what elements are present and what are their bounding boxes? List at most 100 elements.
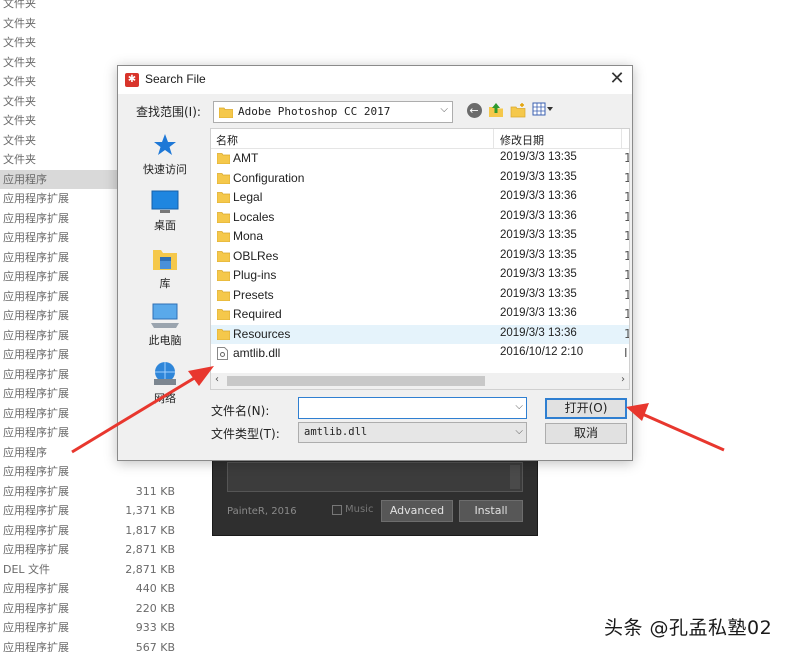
file-type-dropdown[interactable]: amtlib.dll ⌵ [298,422,527,443]
file-row[interactable]: amtlib.dll 2016/10/12 2:10 I [211,344,629,364]
folder-icon [216,328,231,343]
file-type-text: 应用程序扩展 [3,309,69,322]
view-menu-button[interactable] [531,102,555,120]
chevron-down-icon[interactable]: ⌵ [515,401,523,412]
column-header-date[interactable]: 修改日期 [500,132,544,148]
file-date: 2019/3/3 13:36 [500,326,577,339]
dialog-titlebar[interactable]: ✱ Search File ✕ [118,66,632,94]
file-row[interactable]: Locales 2019/3/3 13:36 1 [211,208,629,228]
dll-file-icon [217,347,228,363]
background-list-item[interactable]: DEL 文件 2,871 KB [0,560,190,580]
file-row[interactable]: Required 2019/3/3 13:36 1 [211,305,629,325]
place-network[interactable]: 网络 [128,361,202,406]
folder-icon [216,172,231,187]
file-type-text: 应用程序扩展 [3,484,69,498]
back-button[interactable]: ← [465,102,483,120]
look-in-dropdown[interactable]: Adobe Photoshop CC 2017 ⌵ [213,101,453,123]
look-in-value: Adobe Photoshop CC 2017 [238,105,391,118]
scrollbar-thumb[interactable] [227,376,485,386]
folder-icon [216,269,231,284]
file-size-text: 220 KB [135,601,175,615]
file-name: AMT [233,151,259,165]
file-date: 2019/3/3 13:35 [500,248,577,261]
file-date: 2019/3/3 13:36 [500,307,577,319]
file-type-text: 应用程序扩展 [3,367,69,381]
dialog-title: Search File [145,72,206,86]
file-row[interactable]: AMT 2019/3/3 13:35 1 [211,149,629,169]
file-row[interactable]: Resources 2019/3/3 13:36 1 [211,324,629,344]
column-header-name[interactable]: 名称 [216,132,238,148]
folder-icon [216,250,231,265]
file-size-text: 933 KB [135,621,175,634]
folder-icon [216,211,231,226]
background-list-item[interactable]: 应用程序扩展 567 KB [0,638,190,652]
file-type-text: 文件夹 [3,0,36,10]
file-date: 2019/3/3 13:36 [500,209,577,222]
horizontal-scrollbar[interactable]: ‹ › [211,373,629,389]
file-row[interactable]: Configuration 2019/3/3 13:35 1 [211,169,629,189]
file-name: amtlib.dll [233,346,281,360]
back-arrow-icon: ← [466,103,482,118]
background-list-item[interactable]: 应用程序 [0,169,122,189]
cancel-button[interactable]: 取消 [545,423,627,444]
background-list-item[interactable]: 应用程序扩展 2,871 KB [0,540,190,560]
file-list-header: ^ 名称 修改日期 [211,129,629,149]
background-list-item[interactable]: 应用程序扩展 311 KB [0,482,190,502]
place-label: 网络 [154,392,176,405]
up-folder-button[interactable] [487,102,505,120]
background-list-item[interactable]: 文件夹 [0,14,190,34]
file-name: Resources [233,326,291,341]
close-button[interactable]: ✕ [602,66,632,94]
file-date: 2019/3/3 13:35 [500,229,577,241]
arrow-to-open-button-icon [626,403,725,452]
background-list-item[interactable]: 应用程序扩展 1,371 KB [0,501,190,521]
checkbox-box[interactable] [332,504,342,515]
installer-scrollbar[interactable] [510,465,520,489]
up-folder-icon [489,103,503,117]
file-date: 2019/3/3 13:36 [500,190,577,202]
file-type-text: 文件夹 [3,16,36,30]
file-row[interactable]: Presets 2019/3/3 13:35 1 [211,286,629,306]
file-name: Plug-ins [233,268,277,282]
file-name: Legal [233,190,263,204]
background-list-item[interactable]: 应用程序扩展 440 KB [0,579,190,599]
place-library[interactable]: 库 [128,246,202,291]
file-type-cell: 1 [624,249,629,263]
file-date: 2019/3/3 13:35 [500,151,577,163]
file-name-label: 文件名(N): [211,404,270,418]
advanced-button[interactable]: Advanced [381,500,453,522]
folder-icon [216,152,231,167]
file-type-text: 应用程序扩展 [3,601,69,615]
file-list[interactable]: ^ 名称 修改日期 AMT 2019/3/3 13:35 1 Configuratio… [210,128,630,390]
scroll-left-icon[interactable]: ‹ [215,374,219,385]
column-divider[interactable] [621,129,622,149]
place-this-pc[interactable]: 此电脑 [128,303,202,348]
file-row[interactable]: Plug-ins 2019/3/3 13:35 1 [211,266,629,286]
background-list-item[interactable]: 应用程序扩展 [0,462,190,482]
install-button[interactable]: Install [459,500,523,522]
place-desktop[interactable]: 桌面 [128,190,202,233]
file-type-text: 应用程序扩展 [3,621,69,634]
folder-icon [216,289,231,304]
file-name-input[interactable]: ⌵ [298,397,527,419]
file-type-cell: 1 [624,307,629,321]
column-divider[interactable] [493,129,494,149]
open-button[interactable]: 打开(O) [545,398,627,419]
scroll-right-icon[interactable]: › [621,374,625,385]
new-folder-button[interactable] [509,102,527,120]
place-quick-access[interactable]: 快速访问 [128,132,202,177]
file-row[interactable]: Mona 2019/3/3 13:35 1 [211,227,629,247]
place-label: 快速访问 [143,163,187,176]
file-name: Presets [233,287,274,302]
background-list-item[interactable]: 应用程序扩展 1,817 KB [0,521,190,541]
file-row[interactable]: OBLRes 2019/3/3 13:35 1 [211,247,629,267]
background-list-item[interactable]: 应用程序扩展 933 KB [0,618,190,638]
background-list-item[interactable]: 应用程序扩展 220 KB [0,599,190,619]
file-row[interactable]: Legal 2019/3/3 13:36 1 [211,188,629,208]
app-icon: ✱ [125,73,139,87]
file-type-text: 应用程序扩展 [3,504,69,517]
background-list-item[interactable]: 文件夹 [0,0,190,14]
background-list-item[interactable]: 文件夹 [0,33,190,53]
music-checkbox[interactable]: Music [332,504,373,515]
file-type-text: 文件夹 [3,75,36,88]
